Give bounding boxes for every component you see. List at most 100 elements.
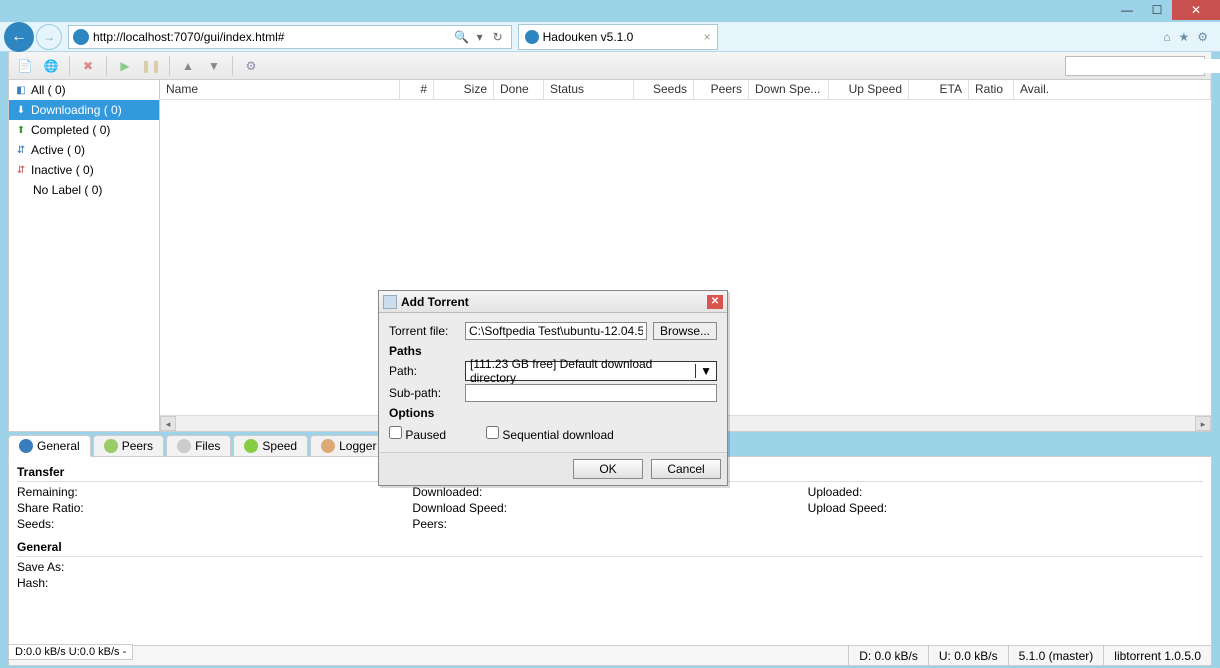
sequential-checkbox[interactable] (486, 426, 499, 439)
sequential-checkbox-label[interactable]: Sequential download (486, 426, 614, 442)
complete-icon: ⬆ (15, 125, 27, 136)
search-input[interactable] (1066, 59, 1220, 73)
toolbar-search[interactable]: 🔍▾ (1065, 56, 1205, 76)
paused-checkbox-label[interactable]: Paused (389, 426, 446, 442)
home-icon[interactable]: ⌂ (1163, 30, 1170, 44)
status-hint: D:0.0 kB/s U:0.0 kB/s - (8, 644, 133, 660)
tab-speed[interactable]: Speed (233, 435, 308, 456)
tab-general[interactable]: General (8, 435, 91, 457)
remove-icon[interactable]: ✖ (78, 56, 98, 76)
col-avail[interactable]: Avail. (1014, 80, 1211, 99)
tab-logger[interactable]: Logger (310, 435, 387, 456)
scroll-left-icon[interactable]: ◂ (160, 416, 176, 431)
label-shareratio: Share Ratio: (17, 500, 412, 516)
label-dlspeed: Download Speed: (412, 500, 807, 516)
tab-files[interactable]: Files (166, 435, 231, 456)
refresh-icon[interactable]: ↻ (489, 30, 507, 44)
col-status[interactable]: Status (544, 80, 634, 99)
add-url-icon[interactable]: 🌐 (41, 56, 61, 76)
settings-icon[interactable]: ⚙ (241, 56, 261, 76)
active-icon: ⇵ (15, 145, 27, 156)
col-done[interactable]: Done (494, 80, 544, 99)
address-bar[interactable]: 🔍 ▾ ↻ (68, 25, 512, 49)
dialog-title: Add Torrent (401, 295, 469, 309)
toolbar-separator (232, 56, 233, 76)
dialog-close-button[interactable]: ✕ (707, 295, 723, 309)
sidebar-item-inactive[interactable]: ⇵Inactive ( 0) (9, 160, 159, 180)
dropdown-caret-icon[interactable]: ▾ (471, 30, 489, 44)
paused-checkbox[interactable] (389, 426, 402, 439)
col-size[interactable]: Size (434, 80, 494, 99)
toolbar-separator (69, 56, 70, 76)
tab-close-icon[interactable]: × (704, 30, 711, 44)
peers-icon (104, 439, 118, 453)
toolbar-separator (169, 56, 170, 76)
label-remaining: Remaining: (17, 484, 412, 500)
label-saveas: Save As: (17, 559, 1203, 575)
label-uploaded: Uploaded: (808, 484, 1203, 500)
inactive-icon: ⇵ (15, 165, 27, 176)
col-downspeed[interactable]: Down Spe... (749, 80, 829, 99)
col-seeds[interactable]: Seeds (634, 80, 694, 99)
dialog-icon (383, 295, 397, 309)
speed-icon (244, 439, 258, 453)
window-minimize-button[interactable]: — (1112, 0, 1142, 20)
files-icon (177, 439, 191, 453)
window-maximize-button[interactable]: ☐ (1142, 0, 1172, 20)
torrent-file-input[interactable] (465, 322, 647, 340)
sidebar: ◧All ( 0) ⬇Downloading ( 0) ⬆Completed (… (8, 80, 160, 432)
status-dspeed: D: 0.0 kB/s (848, 646, 928, 665)
col-peers[interactable]: Peers (694, 80, 749, 99)
chevron-down-icon: ▼ (695, 364, 712, 378)
tab-peers[interactable]: Peers (93, 435, 164, 456)
toolbar-separator (106, 56, 107, 76)
label-hash: Hash: (17, 575, 1203, 591)
cancel-button[interactable]: Cancel (651, 459, 721, 479)
pause-icon[interactable]: ❚❚ (141, 56, 161, 76)
site-favicon-icon (73, 29, 89, 45)
label-ulspeed: Upload Speed: (808, 500, 1203, 516)
scroll-right-icon[interactable]: ▸ (1195, 416, 1211, 431)
browser-tab[interactable]: Hadouken v5.1.0 × (518, 24, 718, 50)
window-close-button[interactable]: ✕ (1172, 0, 1220, 20)
add-torrent-icon[interactable]: 📄 (15, 56, 35, 76)
tab-favicon-icon (525, 30, 539, 44)
nav-back-button[interactable]: ← (4, 22, 34, 52)
subpath-input[interactable] (465, 384, 717, 402)
col-eta[interactable]: ETA (909, 80, 969, 99)
sidebar-item-all[interactable]: ◧All ( 0) (9, 80, 159, 100)
browse-button[interactable]: Browse... (653, 322, 717, 340)
status-libtorrent: libtorrent 1.0.5.0 (1103, 646, 1211, 665)
list-header: Name # Size Done Status Seeds Peers Down… (160, 80, 1211, 100)
path-select[interactable]: [111.23 GB free] Default download direct… (465, 361, 717, 381)
nav-forward-button[interactable]: → (36, 24, 62, 50)
ok-button[interactable]: OK (573, 459, 643, 479)
status-bar: D: 0.0 kB/s U: 0.0 kB/s 5.1.0 (master) l… (8, 646, 1212, 666)
col-name[interactable]: Name (160, 80, 400, 99)
options-section-title: Options (389, 406, 717, 420)
col-upspeed[interactable]: Up Speed (829, 80, 909, 99)
sidebar-item-nolabel[interactable]: No Label ( 0) (9, 180, 159, 200)
label-seeds: Seeds: (17, 516, 412, 532)
dialog-titlebar[interactable]: Add Torrent ✕ (379, 291, 727, 313)
move-up-icon[interactable]: ▲ (178, 56, 198, 76)
col-num[interactable]: # (400, 80, 434, 99)
torrent-file-label: Torrent file: (389, 324, 459, 338)
paths-section-title: Paths (389, 344, 717, 358)
col-ratio[interactable]: Ratio (969, 80, 1014, 99)
tab-title: Hadouken v5.1.0 (543, 30, 634, 44)
download-icon: ⬇ (15, 105, 27, 116)
sidebar-item-downloading[interactable]: ⬇Downloading ( 0) (9, 100, 159, 120)
all-icon: ◧ (15, 85, 27, 96)
start-icon[interactable]: ▶ (115, 56, 135, 76)
search-dropdown-icon[interactable]: 🔍 (453, 30, 471, 44)
url-input[interactable] (93, 30, 453, 44)
label-peers: Peers: (412, 516, 807, 532)
info-icon (19, 439, 33, 453)
move-down-icon[interactable]: ▼ (204, 56, 224, 76)
sidebar-item-active[interactable]: ⇵Active ( 0) (9, 140, 159, 160)
status-uspeed: U: 0.0 kB/s (928, 646, 1008, 665)
favorites-icon[interactable]: ★ (1178, 30, 1189, 44)
tools-icon[interactable]: ⚙ (1197, 30, 1208, 44)
sidebar-item-completed[interactable]: ⬆Completed ( 0) (9, 120, 159, 140)
